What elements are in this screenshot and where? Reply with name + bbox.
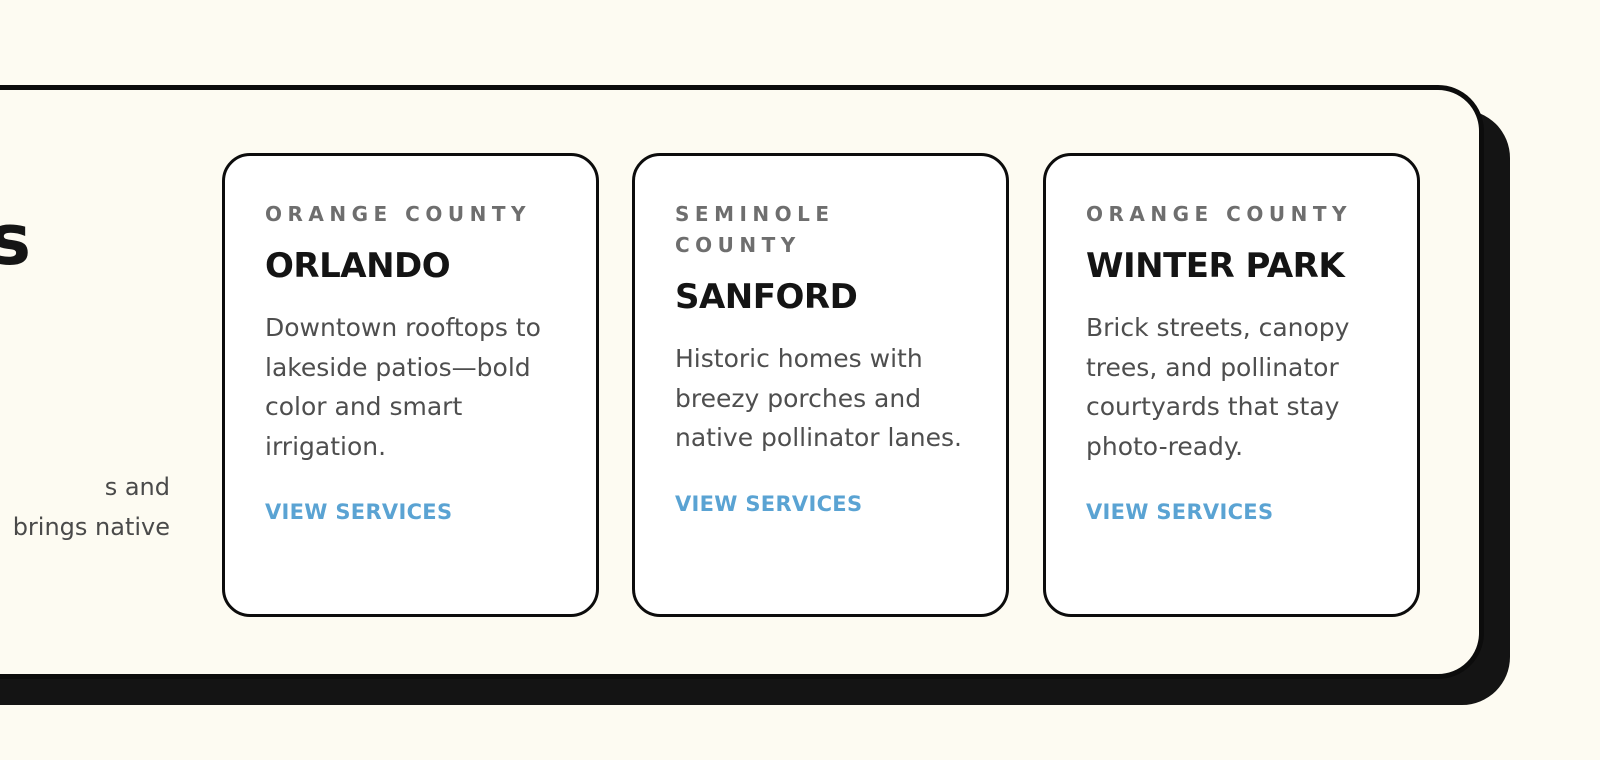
card-title: SANFORD: [675, 277, 858, 317]
intro-text-line: s and: [104, 473, 170, 501]
city-card-sanford: SEMINOLE COUNTY SANFORD Historic homes w…: [632, 153, 1009, 617]
view-services-link[interactable]: VIEW SERVICES: [265, 500, 452, 524]
intro-text-line: brings native: [12, 513, 170, 541]
card-title: ORLANDO: [265, 246, 451, 286]
card-description: Brick streets, canopy trees, and pollina…: [1086, 313, 1350, 461]
section-intro-text: s and brings native: [0, 467, 170, 547]
card-county: ORANGE COUNTY: [265, 202, 531, 226]
card-title: WINTER PARK: [1086, 246, 1345, 286]
card-county: SEMINOLE COUNTY: [675, 202, 835, 257]
city-card-winter-park: ORANGE COUNTY WINTER PARK Brick streets,…: [1043, 153, 1420, 617]
section-heading: s: [0, 199, 31, 281]
card-description: Historic homes with breezy porches and n…: [675, 344, 962, 452]
city-card-orlando: ORANGE COUNTY ORLANDO Downtown rooftops …: [222, 153, 599, 617]
card-description: Downtown rooftops to lakeside patios—bol…: [265, 313, 541, 461]
card-county: ORANGE COUNTY: [1086, 202, 1352, 226]
view-services-link[interactable]: VIEW SERVICES: [1086, 500, 1273, 524]
view-services-link[interactable]: VIEW SERVICES: [675, 492, 862, 516]
service-areas-section: s s and brings native ORANGE COUNTY ORLA…: [0, 0, 1600, 760]
